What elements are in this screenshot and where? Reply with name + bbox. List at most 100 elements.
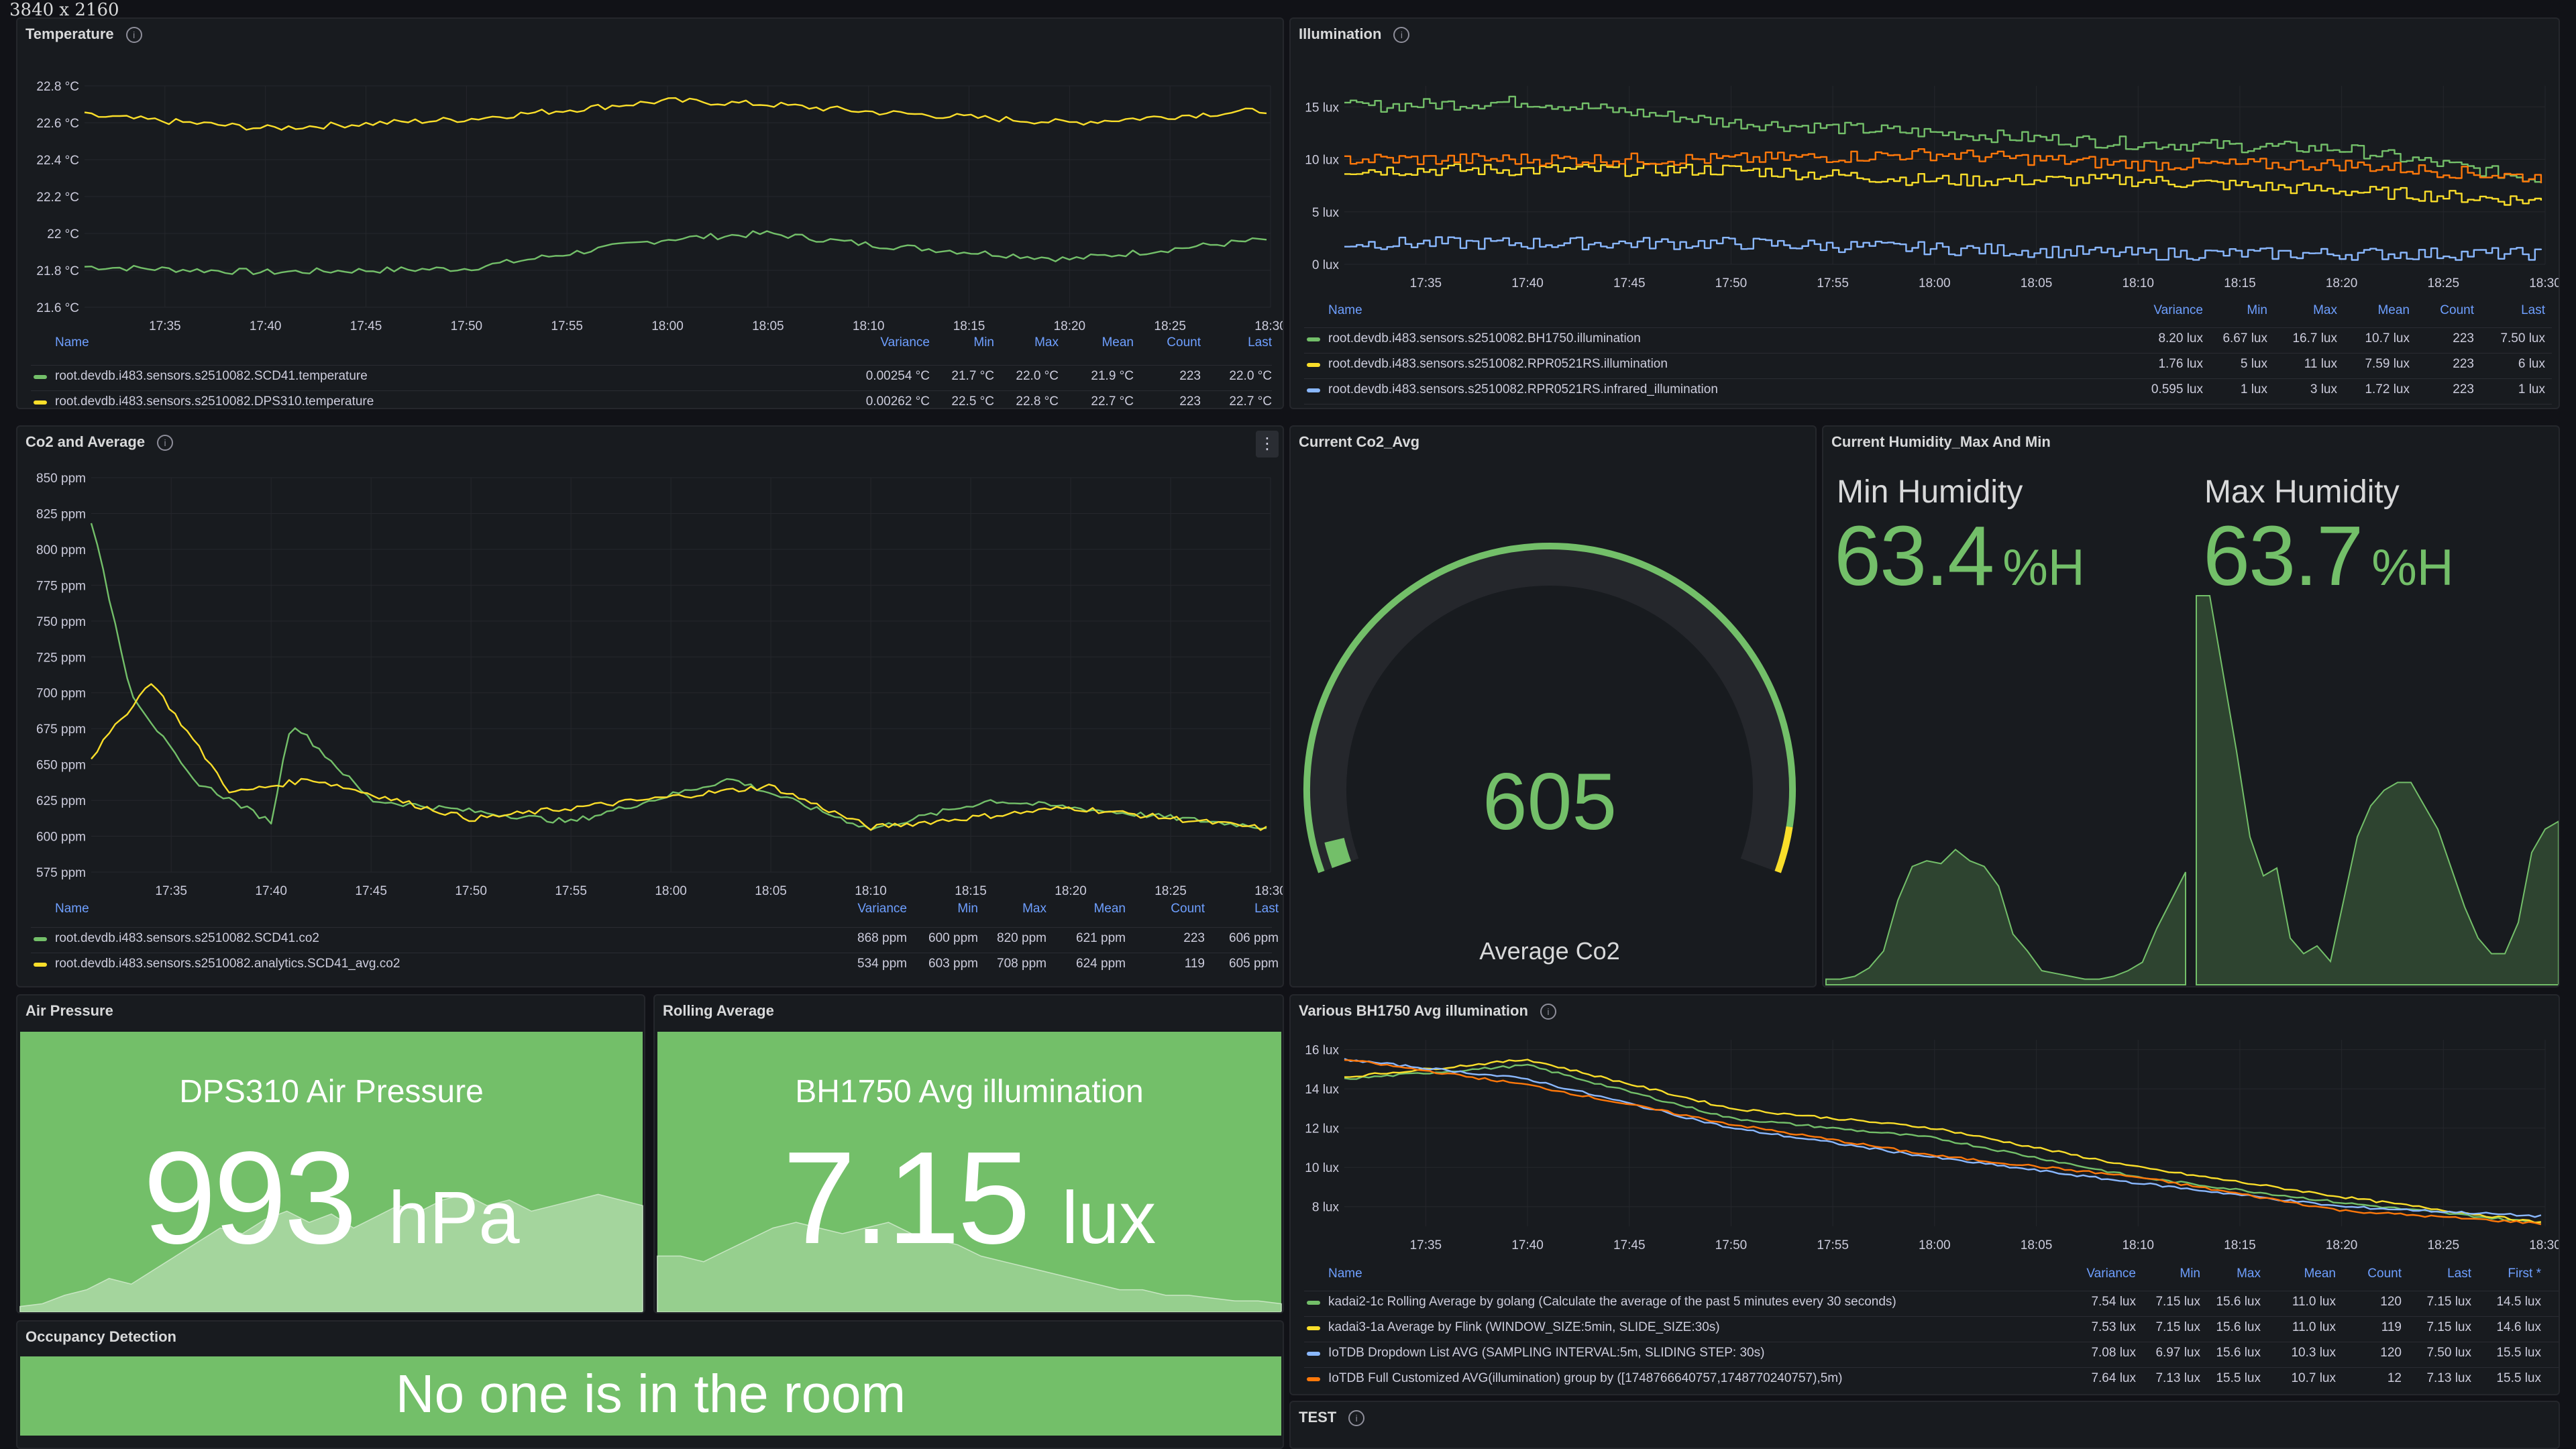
x-tick-label: 17:45 [1613, 1238, 1646, 1252]
legend-series-name: root.devdb.i483.sensors.s2510082.SCD41.c… [55, 931, 319, 945]
x-tick-label: 17:55 [551, 319, 583, 333]
x-tick-label: 18:00 [1919, 1238, 1951, 1252]
max-humidity-number: 63.7 [2203, 508, 2363, 603]
legend-header[interactable]: Std [2485, 1267, 2559, 1281]
rolling-average-title: Rolling Average [663, 1002, 774, 1019]
legend-row[interactable]: kadai2-1c Rolling Average by golang (Cal… [1304, 1291, 2559, 1315]
max-humidity-label: Max Humidity [2204, 474, 2400, 510]
y-tick-label: 14 lux [1305, 1083, 1339, 1097]
series-line[interactable] [84, 230, 1267, 276]
x-tick-label: 18:15 [2224, 276, 2256, 290]
co2-chart[interactable]: 850 ppm 825 ppm 800 ppm 775 ppm 750 ppm 725 p… [17, 427, 1284, 910]
legend-header[interactable]: Last [2411, 303, 2545, 318]
series-line[interactable] [91, 683, 1267, 831]
legend-series-name: root.devdb.i483.sensors.s2510082.RPR0521… [1328, 357, 1668, 371]
legend-header[interactable]: Name [55, 335, 89, 350]
legend-last-value: 22.0 °C [1229, 369, 1272, 383]
series-line[interactable] [1344, 162, 2542, 206]
legend-divider [31, 927, 1272, 928]
y-tick-label: 675 ppm [36, 722, 86, 737]
series-line[interactable] [1344, 95, 2542, 183]
legend-count-value: 223 [2340, 408, 2474, 409]
series-line[interactable] [1344, 1058, 2542, 1218]
info-icon[interactable]: i [1348, 1410, 1365, 1427]
legend-header[interactable]: Name [1328, 303, 1362, 318]
x-tick-label: 18:00 [651, 319, 684, 333]
air-pressure-unit: hPa [388, 1177, 520, 1259]
air-pressure-stat: DPS310 Air Pressure 993 hPa [19, 1032, 643, 1312]
legend-row[interactable]: root.devdb.i483.sensors.s2510082.SCD41.t… [31, 365, 1272, 389]
legend-last-value: 606 ppm [1229, 931, 1279, 945]
legend-color-swatch [34, 963, 47, 967]
air-pressure-number: 993 [143, 1124, 357, 1271]
test-panel[interactable]: TEST i [1289, 1401, 2560, 1449]
legend-color-swatch [34, 400, 47, 405]
legend-color-swatch [1307, 388, 1320, 392]
rolling-average-unit: lux [1061, 1177, 1157, 1259]
x-tick-label: 17:40 [255, 884, 287, 898]
x-tick-label: 18:20 [2326, 276, 2358, 290]
series-line[interactable] [1344, 236, 2542, 261]
rolling-average-panel: Rolling Average BH1750 Avg illumination … [653, 994, 1284, 1313]
y-tick-label: 22.6 °C [36, 117, 79, 131]
temperature-chart[interactable]: 22.8 °C 22.6 °C 22.4 °C 22.2 °C 22 °C 21.8 °C… [17, 19, 1284, 341]
x-tick-label: 17:35 [1410, 276, 1442, 290]
y-tick-label: 10 lux [1305, 154, 1339, 168]
min-humidity-unit: %H [2002, 539, 2085, 596]
y-tick-label: 650 ppm [36, 759, 86, 773]
legend-row[interactable]: IoTDB Full Customized AVG(illumination) … [1304, 1367, 2559, 1391]
x-tick-label: 18:05 [752, 319, 784, 333]
legend-row[interactable]: root.devdb.i483.sensors.s2510082.RPR0521… [1304, 378, 2552, 402]
series-line[interactable] [84, 97, 1267, 131]
x-tick-label: 17:40 [250, 319, 282, 333]
min-humidity-label: Min Humidity [1837, 474, 2023, 510]
x-tick-label: 17:40 [1511, 276, 1544, 290]
legend-divider [31, 390, 1272, 391]
legend-color-swatch [1307, 1377, 1320, 1381]
legend-color-swatch [1307, 337, 1320, 341]
illumination-legend: Name Variance Min Max Mean Count Last root.devd… [1304, 303, 2552, 409]
legend-row[interactable]: root.devdb.i483.sensors.s2510082.DPS310.… [31, 390, 1272, 409]
co2-gauge-panel: Current Co2_Avg 605Average Co2 605 [1289, 425, 1817, 987]
legend-header[interactable]: Last [1144, 902, 1279, 916]
legend-row[interactable]: kadai3-1a Average by Flink (WINDOW_SIZE:… [1304, 1316, 2559, 1340]
legend-row[interactable]: root.devdb.i483.sensors.s2510082.analyti… [31, 953, 1279, 977]
legend-row[interactable]: IoTDB Dropdown List AVG (SAMPLING INTERV… [1304, 1342, 2559, 1366]
x-tick-label: 18:10 [2122, 1238, 2154, 1252]
temperature-panel: Temperature i 22.8 °C 22.6 °C 22.4 °C 22.2 °… [16, 17, 1284, 409]
y-tick-label: 5 lux [1312, 206, 1340, 220]
y-tick-label: 10 lux [1305, 1161, 1339, 1175]
legend-min-value: 6.34 lux [2133, 408, 2267, 409]
x-tick-label: 18:00 [1919, 276, 1951, 290]
y-tick-label: 22.8 °C [36, 80, 79, 94]
legend-color-swatch [34, 375, 47, 379]
x-tick-label: 18:00 [655, 884, 687, 898]
legend-row[interactable]: root.devdb.i483.sensors.s2510082.RPR0521… [1304, 353, 2552, 377]
x-tick-label: 17:35 [149, 319, 181, 333]
illumination-panel: Illumination i 15 lux 10 lux 5 lux 0 lux 17:3… [1289, 17, 2560, 409]
occupancy-text: No one is in the room [395, 1364, 906, 1424]
illumination-chart[interactable]: 15 lux 10 lux 5 lux 0 lux 17:35 17:40 17:45 17:… [1291, 19, 2560, 301]
legend-row[interactable]: root.devdb.i483.sensors.s2510082.SCD41.c… [31, 927, 1279, 951]
series-line[interactable] [90, 523, 1267, 831]
legend-row[interactable]: root.devdb.i483.sensors.s2510082.RPR0521… [1304, 404, 2552, 409]
x-tick-label: 18:30 [1254, 884, 1284, 898]
legend-header[interactable]: Name [55, 902, 89, 916]
x-tick-label: 18:25 [1155, 884, 1187, 898]
legend-series-name: root.devdb.i483.sensors.s2510082.RPR0521… [1328, 382, 1718, 396]
y-tick-label: 700 ppm [36, 687, 86, 701]
y-tick-label: 625 ppm [36, 794, 86, 808]
legend-series-name: root.devdb.i483.sensors.s2510082.analyti… [55, 957, 400, 971]
legend-header[interactable]: Last [1138, 335, 1272, 350]
x-tick-label: 18:05 [2021, 276, 2053, 290]
various-illumination-chart[interactable]: 16 lux 14 lux 12 lux 10 lux 8 lux 17:35 17:40 1… [1291, 996, 2560, 1277]
humidity-panel: Current Humidity_Max And Min Min Humidit… [1822, 425, 2560, 987]
x-tick-label: 18:05 [2021, 1238, 2053, 1252]
legend-series-name: IoTDB Full Customized AVG(illumination) … [1328, 1371, 1843, 1385]
x-tick-label: 18:15 [2224, 1238, 2256, 1252]
legend-last-value: 22.7 °C [1229, 394, 1272, 409]
legend-header[interactable]: Name [1328, 1267, 1362, 1281]
legend-std-value: 2.66 [2485, 1346, 2559, 1360]
legend-row[interactable]: root.devdb.i483.sensors.s2510082.BH1750.… [1304, 327, 2552, 352]
x-tick-label: 18:20 [2326, 1238, 2358, 1252]
